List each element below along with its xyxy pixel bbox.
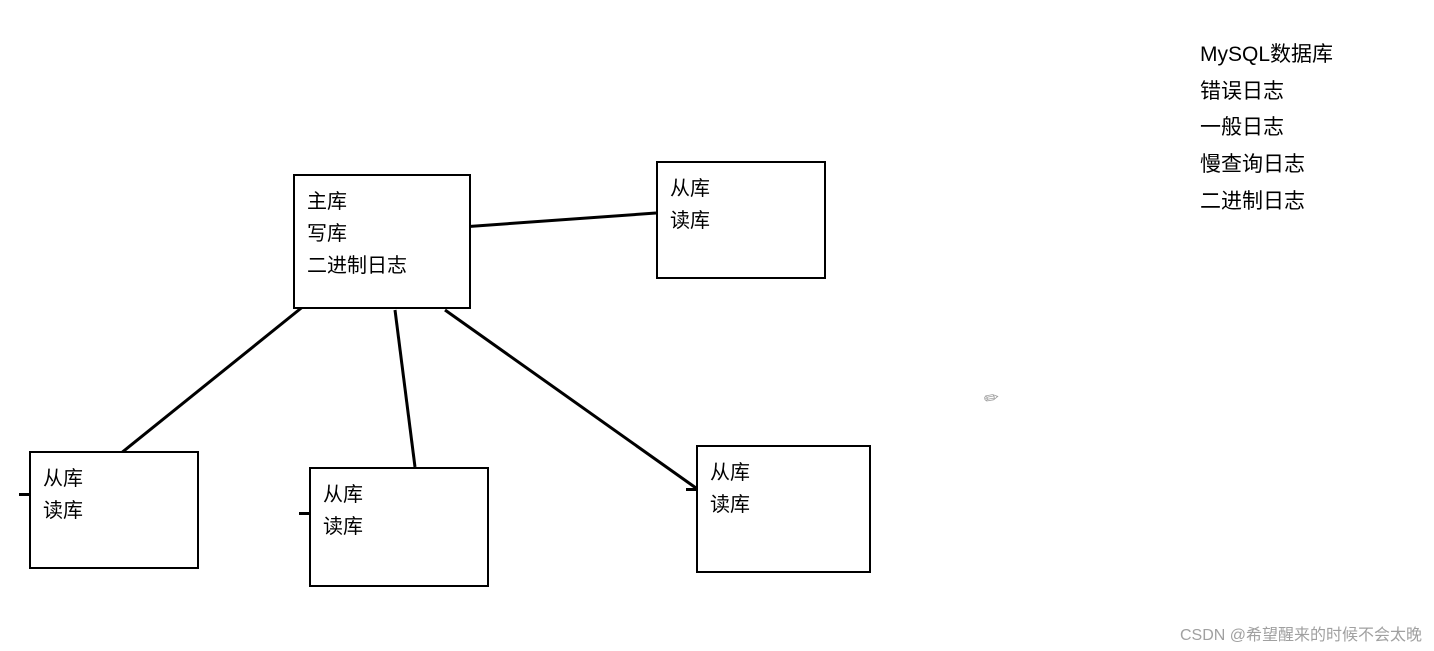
slave-node-bottom-right: 从库 读库 (696, 445, 871, 573)
slave-line1: 从库 (43, 463, 185, 495)
slave-line2: 读库 (670, 205, 812, 237)
pencil-icon: ✏ (982, 387, 1001, 410)
watermark-text: CSDN @希望醒来的时候不会太晚 (1180, 621, 1422, 645)
master-line2: 写库 (307, 218, 457, 250)
notes-item: 错误日志 (1200, 75, 1333, 110)
slave-line2: 读库 (710, 489, 857, 521)
master-line3: 二进制日志 (307, 250, 457, 282)
connector-tick (299, 512, 309, 515)
master-node: 主库 写库 二进制日志 (293, 174, 471, 309)
slave-node-bottom-left: 从库 读库 (29, 451, 199, 569)
notes-list: MySQL数据库 错误日志 一般日志 慢查询日志 二进制日志 (1200, 38, 1333, 221)
slave-line1: 从库 (323, 479, 475, 511)
slave-node-top-right: 从库 读库 (656, 161, 826, 279)
slave-line2: 读库 (43, 495, 185, 527)
notes-item: MySQL数据库 (1200, 38, 1333, 73)
connector-tick (19, 493, 29, 496)
slave-line2: 读库 (323, 511, 475, 543)
slave-node-bottom-mid: 从库 读库 (309, 467, 489, 587)
master-line1: 主库 (307, 186, 457, 218)
slave-line1: 从库 (710, 457, 857, 489)
notes-item: 二进制日志 (1200, 185, 1333, 220)
notes-item: 一般日志 (1200, 111, 1333, 146)
slave-line1: 从库 (670, 173, 812, 205)
notes-item: 慢查询日志 (1200, 148, 1333, 183)
connector-tick (686, 488, 696, 491)
